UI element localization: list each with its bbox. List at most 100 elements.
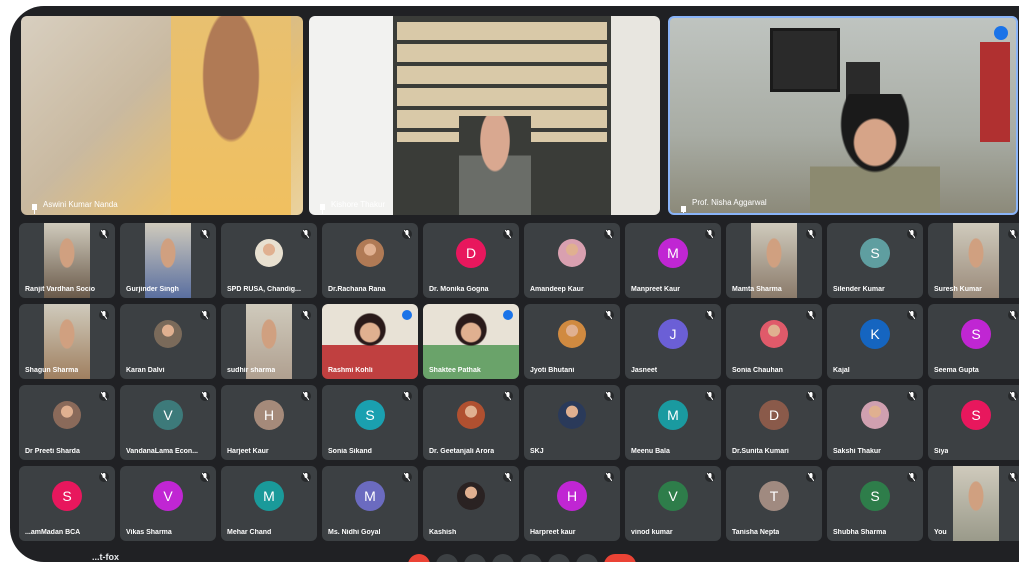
mic-off-icon — [301, 391, 311, 401]
mic-off-icon — [200, 391, 210, 401]
participant-tile[interactable]: H Harjeet Kaur — [221, 385, 317, 460]
mic-button[interactable] — [408, 554, 430, 562]
mic-off-icon — [806, 391, 816, 401]
mic-off-icon — [806, 472, 816, 482]
pin-icon[interactable] — [680, 206, 687, 215]
participant-tile[interactable]: Karan Dalvi — [120, 304, 216, 379]
participant-tile[interactable]: H Harpreet kaur — [524, 466, 620, 541]
participant-tile[interactable]: Dr.Rachana Rana — [322, 223, 418, 298]
participant-name: Shaktee Pathak — [429, 367, 481, 374]
avatar — [457, 401, 485, 429]
mic-off-icon — [200, 229, 210, 239]
mic-off-icon — [1008, 310, 1018, 320]
participant-tile[interactable]: Shagun Sharma — [19, 304, 115, 379]
participant-tile[interactable]: S Sonia Sikand — [322, 385, 418, 460]
participant-name: Karan Dalvi — [126, 367, 165, 374]
participant-tile[interactable]: Shaktee Pathak — [423, 304, 519, 379]
participant-tile[interactable]: D Dr. Monika Gogna — [423, 223, 519, 298]
camera-button[interactable] — [436, 554, 458, 562]
avatar — [457, 482, 485, 510]
participant-tile[interactable]: SKJ — [524, 385, 620, 460]
speaker-video — [810, 94, 940, 213]
participant-tile[interactable]: S ...amMadan BCA — [19, 466, 115, 541]
mic-off-icon — [705, 391, 715, 401]
participant-name: Gurjinder Singh — [126, 286, 179, 293]
mic-off-icon — [301, 229, 311, 239]
participant-tile[interactable]: M Meenu Bala — [625, 385, 721, 460]
participant-name: Dr.Sunita Kumari — [732, 448, 789, 455]
participant-tile[interactable]: T Tanisha Nepta — [726, 466, 822, 541]
participant-name: Jasneet — [631, 367, 658, 374]
participant-tile[interactable]: V Vikas Sharma — [120, 466, 216, 541]
meeting-window: Aswini Kumar Nanda Kishore Thakur Prof. … — [10, 6, 1019, 562]
mic-off-icon — [99, 229, 109, 239]
avatar: V — [658, 481, 688, 511]
participant-tile[interactable]: M Manpreet Kaur — [625, 223, 721, 298]
mic-off-icon — [402, 391, 412, 401]
featured-tile-2[interactable]: Kishore Thakur — [309, 16, 660, 215]
participant-tile[interactable]: J Jasneet — [625, 304, 721, 379]
participant-name: Harpreet kaur — [530, 529, 576, 536]
participant-tile[interactable]: V VandanaLama Econ... — [120, 385, 216, 460]
participant-tile[interactable]: Mamta Sharma — [726, 223, 822, 298]
participant-tile[interactable]: Dr. Geetanjali Arora — [423, 385, 519, 460]
mic-off-icon — [604, 229, 614, 239]
participant-tile[interactable]: Kashish — [423, 466, 519, 541]
pin-icon[interactable] — [31, 204, 38, 214]
avatar: V — [153, 481, 183, 511]
participant-tile[interactable]: Suresh Kumar — [928, 223, 1019, 298]
avatar: H — [557, 481, 587, 511]
avatar: S — [860, 481, 890, 511]
pin-icon[interactable] — [319, 204, 326, 214]
participant-tile[interactable]: S Silender Kumar — [827, 223, 923, 298]
participant-tile[interactable]: Gurjinder Singh — [120, 223, 216, 298]
mic-off-icon — [503, 229, 513, 239]
raise-hand-button[interactable] — [548, 554, 570, 562]
avatar — [356, 239, 384, 267]
meeting-details-label: ...t-fox — [92, 552, 119, 562]
participant-tile[interactable]: Sakshi Thakur — [827, 385, 923, 460]
participant-tile[interactable]: D Dr.Sunita Kumari — [726, 385, 822, 460]
participant-name: Dr. Geetanjali Arora — [429, 448, 495, 455]
speaker-video — [459, 116, 531, 215]
participant-tile[interactable]: SPD RUSA, Chandig... — [221, 223, 317, 298]
avatar: S — [860, 238, 890, 268]
avatar: S — [52, 481, 82, 511]
participant-name: Aswini Kumar Nanda — [43, 200, 118, 209]
mic-off-icon — [301, 310, 311, 320]
avatar — [760, 320, 788, 348]
speaking-indicator-icon — [402, 310, 412, 320]
captions-button[interactable] — [464, 554, 486, 562]
speaking-indicator-icon — [503, 310, 513, 320]
participant-name: Mehar Chand — [227, 529, 272, 536]
avatar — [558, 401, 586, 429]
participant-tile[interactable]: You — [928, 466, 1019, 541]
participant-tile[interactable]: S Siya — [928, 385, 1019, 460]
featured-tile-3[interactable]: Prof. Nisha Aggarwal — [668, 16, 1018, 215]
avatar: J — [658, 319, 688, 349]
participant-tile[interactable]: K Kajal — [827, 304, 923, 379]
participant-tile[interactable]: Jyoti Bhutani — [524, 304, 620, 379]
mic-off-icon — [301, 472, 311, 482]
participant-tile[interactable]: M Mehar Chand — [221, 466, 317, 541]
participant-tile[interactable]: Dr Preeti Sharda — [19, 385, 115, 460]
participant-tile[interactable]: S Shubha Sharma — [827, 466, 923, 541]
participant-name: Kajal — [833, 367, 850, 374]
more-options-button[interactable] — [576, 554, 598, 562]
participant-tile[interactable]: sudhir sharma — [221, 304, 317, 379]
participant-tile[interactable]: S Seema Gupta — [928, 304, 1019, 379]
featured-tile-1[interactable]: Aswini Kumar Nanda — [21, 16, 303, 215]
mic-off-icon — [99, 310, 109, 320]
present-button[interactable] — [520, 554, 542, 562]
leave-call-button[interactable] — [604, 554, 636, 562]
participant-name: Manpreet Kaur — [631, 286, 681, 293]
participant-name: vinod kumar — [631, 529, 673, 536]
participant-tile[interactable]: Rashmi Kohli — [322, 304, 418, 379]
participant-name: Rashmi Kohli — [328, 367, 373, 374]
participant-tile[interactable]: Sonia Chauhan — [726, 304, 822, 379]
participant-tile[interactable]: M Ms. Nidhi Goyal — [322, 466, 418, 541]
participant-tile[interactable]: Ranjit Vardhan Socio — [19, 223, 115, 298]
participant-tile[interactable]: Amandeep Kaur — [524, 223, 620, 298]
participant-tile[interactable]: Vvinod kumar — [625, 466, 721, 541]
emoji-button[interactable] — [492, 554, 514, 562]
